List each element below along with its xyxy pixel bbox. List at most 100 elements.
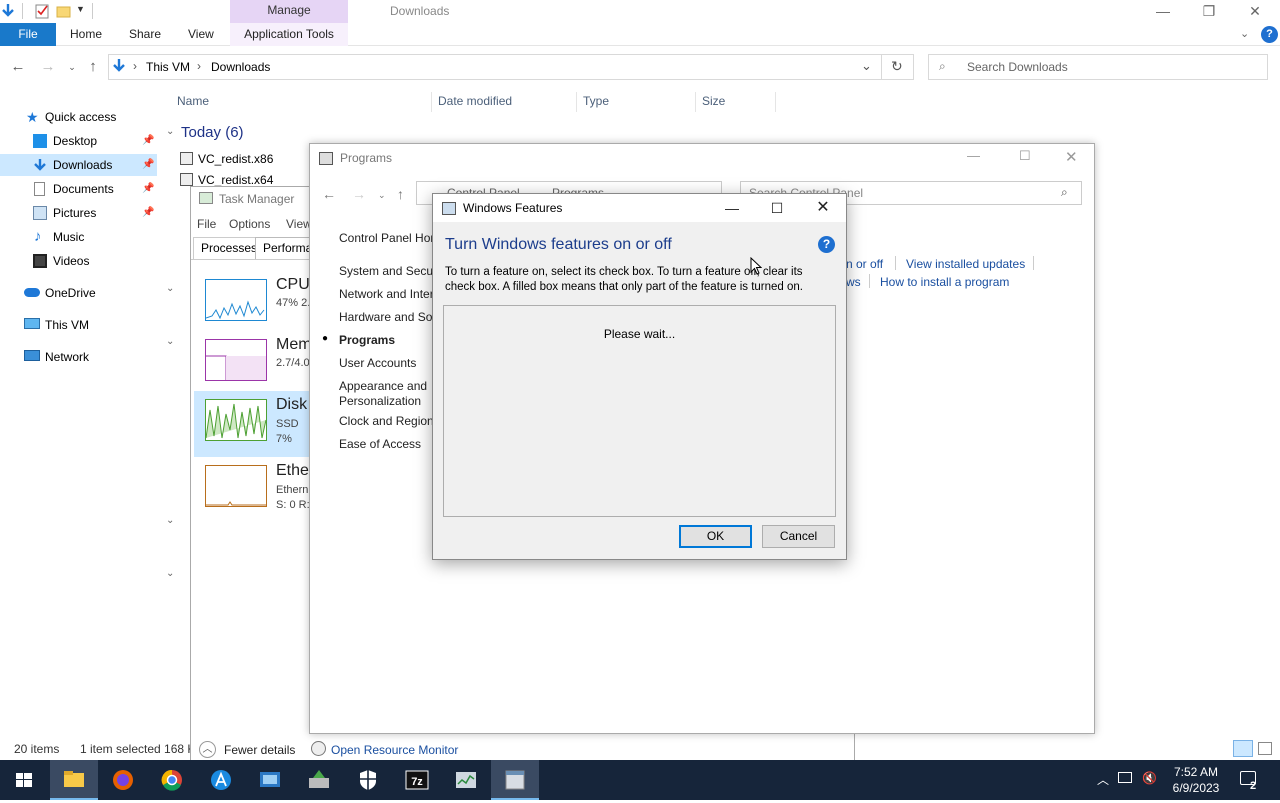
address-bar[interactable]: › This VM › Downloads ⌄ ↻ [108,54,914,80]
back-arrow-icon[interactable]: ← [8,58,28,76]
recent-locations-icon[interactable]: ⌄ [62,58,82,76]
breadcrumb-downloads[interactable]: Downloads [211,60,270,74]
sidebar-personalization[interactable]: Personalization [339,394,421,408]
help-icon[interactable]: ? [818,236,835,253]
restore-icon[interactable]: ❐ [1186,0,1232,23]
desktop-icon [33,134,47,148]
close-icon[interactable]: ✕ [800,194,846,222]
nav-documents[interactable]: Documents 📌 [0,178,157,200]
taskbar-setup-app[interactable] [295,760,343,800]
nav-pictures[interactable]: Pictures 📌 [0,202,157,224]
collapse-group-icon[interactable]: ⌄ [166,336,174,347]
minimize-icon[interactable]: — [709,194,755,222]
nav-onedrive[interactable]: OneDrive [0,282,157,304]
taskbar-task-manager[interactable] [442,760,490,800]
back-arrow-icon[interactable]: ← [322,186,336,202]
maximize-icon[interactable]: ☐ [1019,148,1031,164]
large-icons-view-icon[interactable] [1258,742,1272,755]
perf-ethernet[interactable]: Ether Ethern S: 0 R: [194,457,314,523]
chevron-up-icon[interactable]: ︿ [199,741,216,758]
sidebar-appearance[interactable]: Appearance and [339,379,427,393]
taskbar-security[interactable] [344,760,392,800]
collapse-group-icon[interactable]: ⌄ [166,126,174,137]
collapse-group-icon[interactable]: ⌄ [166,568,174,579]
fewer-details-link[interactable]: Fewer details [224,743,295,757]
menu-file[interactable]: File [197,217,216,231]
volume-muted-icon[interactable]: 🔇 [1142,771,1157,785]
system-clock[interactable]: 7:52 AM 6/9/2023 [1165,764,1227,796]
show-hidden-icons-icon[interactable]: ︿ [1097,771,1109,788]
maximize-icon[interactable]: ☐ [754,194,800,222]
tab-share[interactable]: Share [129,23,161,46]
tab-file[interactable]: File [0,23,56,46]
how-to-install-link[interactable]: How to install a program [880,275,1009,289]
turn-features-link[interactable]: n or off [846,257,883,271]
perf-cpu[interactable]: CPU 47% 2. [194,271,310,337]
column-date-modified[interactable]: Date modified [438,94,512,110]
perf-memory[interactable]: Mem 2.7/4.0 [194,331,312,397]
nav-quick-access[interactable]: ★ Quick access [0,106,157,128]
expand-ribbon-icon[interactable]: ⌄ [1240,27,1249,40]
sidebar-system-security[interactable]: System and Security [339,264,433,278]
svg-text:7z: 7z [411,776,423,788]
minimize-icon[interactable]: — [1140,0,1186,23]
taskbar-chrome[interactable] [148,760,196,800]
details-view-icon[interactable] [1233,740,1253,757]
column-type[interactable]: Type [583,94,609,110]
network-status-icon[interactable] [1118,772,1132,783]
taskbar-firefox[interactable] [99,760,147,800]
nav-desktop[interactable]: Desktop 📌 [0,130,157,152]
column-name[interactable]: Name [177,94,209,110]
menu-options[interactable]: Options [229,217,270,231]
view-installed-updates-link[interactable]: View installed updates [906,257,1025,271]
up-arrow-icon[interactable]: ↑ [397,186,404,202]
taskbar-control-panel[interactable] [246,760,294,800]
taskbar-7zip[interactable]: 7z [393,760,441,800]
new-folder-icon[interactable] [56,3,72,19]
nav-videos[interactable]: Videos [0,250,157,272]
sidebar-hardware-sound[interactable]: Hardware and Sound [339,310,433,324]
collapse-group-icon[interactable]: ⌄ [166,283,174,294]
breadcrumb-this-vm[interactable]: This VM [146,60,190,74]
taskbar-file-explorer[interactable] [50,760,98,800]
column-size[interactable]: Size [702,94,725,110]
start-button[interactable] [0,760,48,800]
manage-contextual-tab[interactable]: Manage [230,0,348,23]
properties-icon[interactable] [34,3,50,19]
address-dropdown-icon[interactable]: ⌄ [861,58,872,74]
taskbar-app-store[interactable] [197,760,245,800]
nav-music[interactable]: ♪ Music [0,226,157,248]
refresh-icon[interactable]: ↻ [891,58,903,75]
group-today[interactable]: Today (6) [181,124,244,141]
taskbar-windows-features[interactable] [491,760,539,800]
tab-view[interactable]: View [188,23,214,46]
programs-link-partial[interactable]: ws [846,275,861,289]
sidebar-network-internet[interactable]: Network and Internet [339,287,433,301]
sidebar-ease-of-access[interactable]: Ease of Access [339,437,421,451]
recent-pages-icon[interactable]: ⌄ [378,190,386,201]
features-list[interactable]: Please wait... [443,305,836,517]
close-icon[interactable]: ✕ [1232,0,1278,23]
nav-downloads[interactable]: Downloads 📌 [0,154,157,176]
collapse-group-icon[interactable]: ⌄ [166,515,174,526]
tab-home[interactable]: Home [70,23,102,46]
ok-button[interactable]: OK [679,525,752,548]
open-resource-monitor-link[interactable]: Open Resource Monitor [331,743,458,757]
close-icon[interactable]: ✕ [1065,148,1078,166]
nav-network[interactable]: Network [0,346,157,368]
up-arrow-icon[interactable]: ↑ [83,58,103,76]
sidebar-control-panel-home[interactable]: Control Panel Home [339,231,439,245]
search-downloads-input[interactable]: ⌕ Search Downloads [928,54,1268,80]
minimize-icon[interactable]: — [967,148,980,163]
forward-arrow-icon[interactable]: → [352,186,366,202]
forward-arrow-icon[interactable]: → [38,58,58,76]
perf-disk[interactable]: Disk ( SSD 7% [194,391,317,457]
help-icon[interactable]: ? [1261,26,1278,43]
menu-view[interactable]: View [286,217,312,231]
nav-this-vm[interactable]: This VM [0,314,157,336]
sidebar-user-accounts[interactable]: User Accounts [339,356,416,370]
tab-application-tools[interactable]: Application Tools [230,23,348,46]
sidebar-clock-region[interactable]: Clock and Region [339,414,434,428]
customize-qat-icon[interactable]: ▼ [76,4,85,14]
cancel-button[interactable]: Cancel [762,525,835,548]
